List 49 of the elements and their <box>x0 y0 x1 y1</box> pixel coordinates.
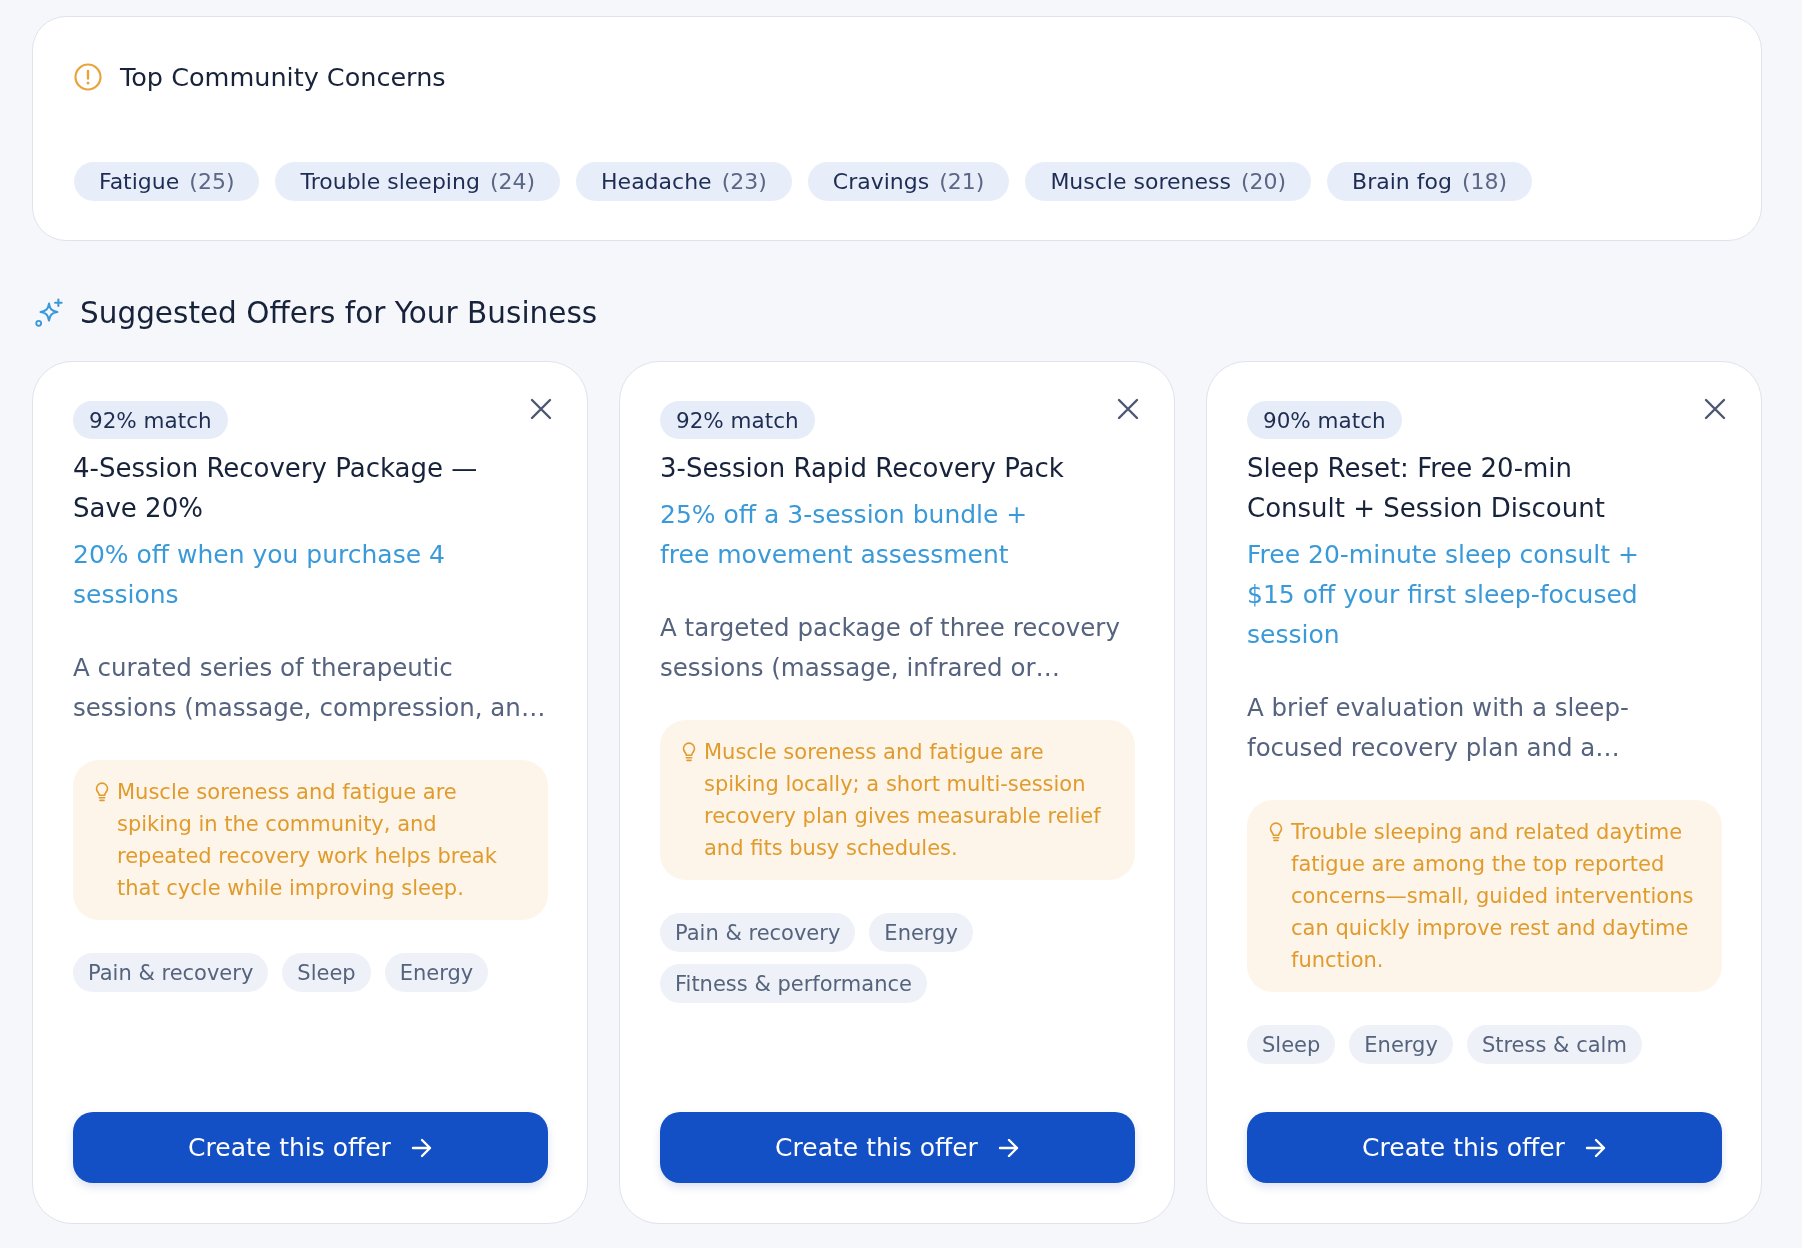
insight-text: Muscle soreness and fatigue are spiking in the community, and repeated recovery work helps break that cycle while improving sleep. <box>117 779 498 902</box>
offer-subtitle: 20% off when you purchase 4 sessions <box>73 539 446 611</box>
concern-tag: Fatigue (25) <box>74 162 260 201</box>
offer-description: A curated series of therapeutic sessions (massage, compression, an… <box>73 652 547 724</box>
lightbulb-icon <box>682 742 696 762</box>
insight-text: Muscle soreness and fatigue are spiking locally; a short multi-session recovery plan gives measurable relief and fits busy schedules. <box>704 739 1102 862</box>
offer-subtitle: 25% off a 3-session bundle + free movement assessment <box>660 499 1029 571</box>
close-icon <box>1704 398 1726 420</box>
category-tag: Energy <box>1349 1025 1453 1064</box>
close-icon <box>1117 398 1139 420</box>
offer-description: A targeted package of three recovery sessions (massage, infrared or… <box>660 612 1121 684</box>
concern-tag: Cravings (21) <box>807 162 1010 201</box>
match-score: 92% match <box>73 401 228 439</box>
offer-title: 3-Session Rapid Recovery Pack <box>660 452 1065 485</box>
offer-description: A brief evaluation with a sleep-focused recovery plan and a… <box>1247 692 1630 764</box>
category-tag: Stress & calm <box>1466 1025 1642 1064</box>
lightbulb-icon <box>95 782 109 802</box>
match-score: 92% match <box>660 401 815 439</box>
concern-tag: Muscle soreness (20) <box>1025 162 1312 201</box>
match-score: 90% match <box>1247 401 1402 439</box>
offer-subtitle: Free 20-minute sleep consult + $15 off your first sleep-focused session <box>1247 539 1640 651</box>
offer-title: Sleep Reset: Free 20-min Consult + Session Discount <box>1247 452 1606 525</box>
category-tag: Energy <box>869 913 973 952</box>
close-icon <box>530 398 552 420</box>
dismiss-button[interactable] <box>530 398 552 420</box>
concern-tag: Brain fog (18) <box>1327 162 1533 201</box>
lightbulb-icon <box>1269 822 1283 842</box>
create-offer-button[interactable]: Create this offer <box>73 1112 548 1183</box>
dismiss-button[interactable] <box>1704 398 1726 420</box>
sparkle-icon <box>34 298 64 328</box>
category-tag: Pain & recovery <box>660 913 856 952</box>
alert-icon <box>74 63 102 91</box>
section-title: Suggested Offers for Your Business <box>80 296 598 330</box>
category-tag: Sleep <box>1247 1025 1336 1064</box>
create-offer-button[interactable]: Create this offer <box>660 1112 1135 1183</box>
arrow-right-icon <box>1584 1137 1607 1158</box>
insight-text: Trouble sleeping and related daytime fatigue are among the top reported concerns—small, guided interventions can quickly improve rest and daytime function. <box>1291 819 1695 974</box>
arrow-right-icon <box>410 1137 433 1158</box>
concern-tag: Headache (23) <box>576 162 792 201</box>
create-offer-button[interactable]: Create this offer <box>1247 1112 1722 1183</box>
category-tag: Energy <box>384 953 489 992</box>
category-tag: Pain & recovery <box>73 953 269 992</box>
dismiss-button[interactable] <box>1117 398 1139 420</box>
arrow-right-icon <box>997 1137 1020 1158</box>
concerns-title: Top Community Concerns <box>120 61 446 93</box>
category-tag: Sleep <box>282 953 371 992</box>
concern-tag: Trouble sleeping (24) <box>275 162 561 201</box>
category-tag: Fitness & performance <box>660 964 927 1003</box>
offer-title: 4-Session Recovery Package — Save 20% <box>73 452 479 525</box>
